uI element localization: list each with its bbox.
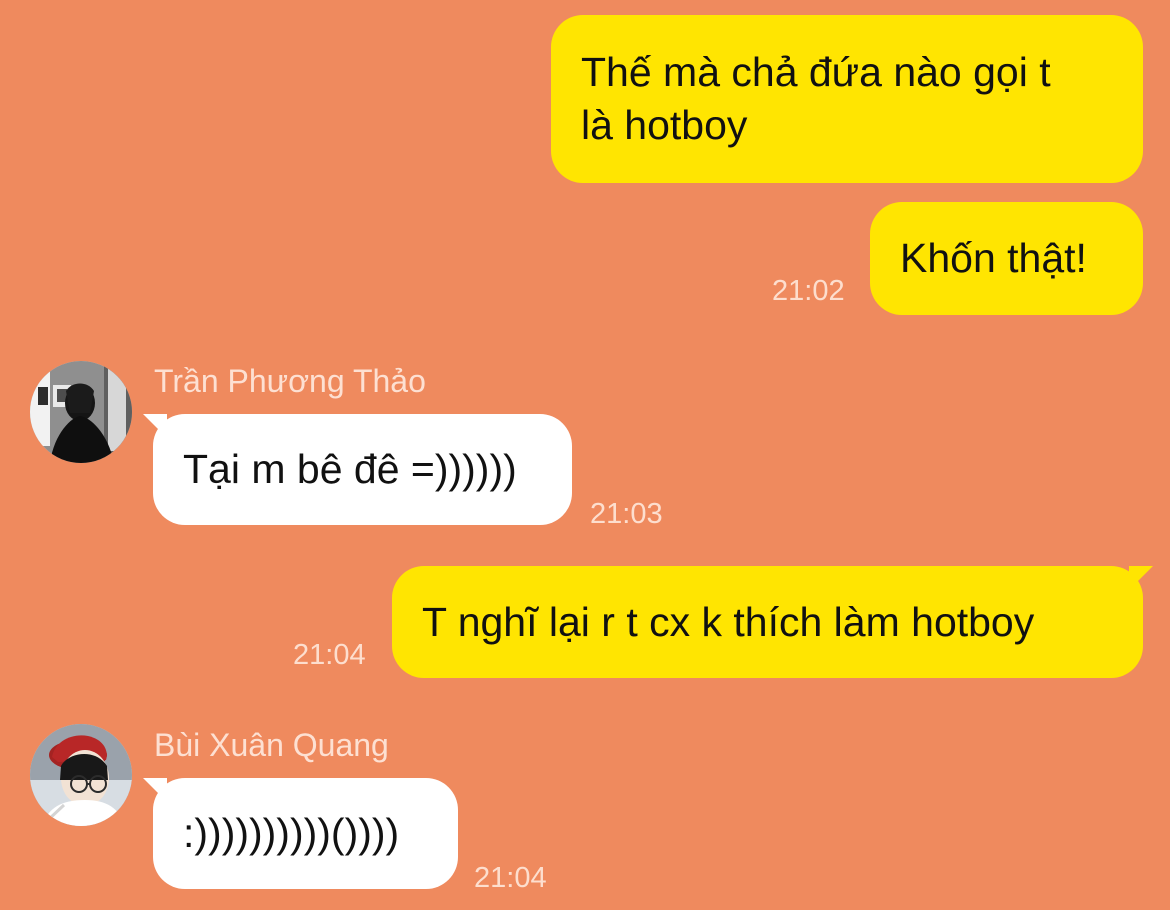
message-time: 21:04: [474, 862, 547, 894]
boy-beret-avatar-icon: [30, 724, 132, 826]
their-message-bubble[interactable]: Tại m bê đê =)))))): [153, 414, 572, 525]
my-message-text: Khốn thật!: [900, 235, 1087, 281]
avatar-bui-xuan-quang[interactable]: [30, 724, 132, 826]
my-message-text: Thế mà chả đứa nào gọi t là hotboy: [581, 49, 1051, 148]
their-message-bubble[interactable]: :))))))))))()))): [153, 778, 458, 889]
message-time: 21:03: [590, 498, 663, 530]
my-message-bubble[interactable]: Khốn thật!: [870, 202, 1143, 315]
their-message-text: Tại m bê đê =)))))): [183, 446, 517, 492]
sender-name: Bùi Xuân Quang: [154, 727, 389, 763]
my-message-bubble[interactable]: Thế mà chả đứa nào gọi t là hotboy: [551, 15, 1143, 183]
message-time: 21:04: [293, 639, 366, 671]
avatar-tran-phuong-thao[interactable]: [30, 361, 132, 463]
my-message-text: T nghĩ lại r t cx k thích làm hotboy: [422, 598, 1035, 645]
their-message-text: :))))))))))()))): [183, 810, 400, 856]
my-message-bubble[interactable]: T nghĩ lại r t cx k thích làm hotboy: [392, 566, 1143, 678]
message-time: 21:02: [772, 275, 845, 307]
woman-avatar-icon: [30, 361, 132, 463]
sender-name: Trần Phương Thảo: [154, 363, 426, 399]
chat-thread[interactable]: Thế mà chả đứa nào gọi t là hotboy 21:02…: [0, 0, 1170, 910]
